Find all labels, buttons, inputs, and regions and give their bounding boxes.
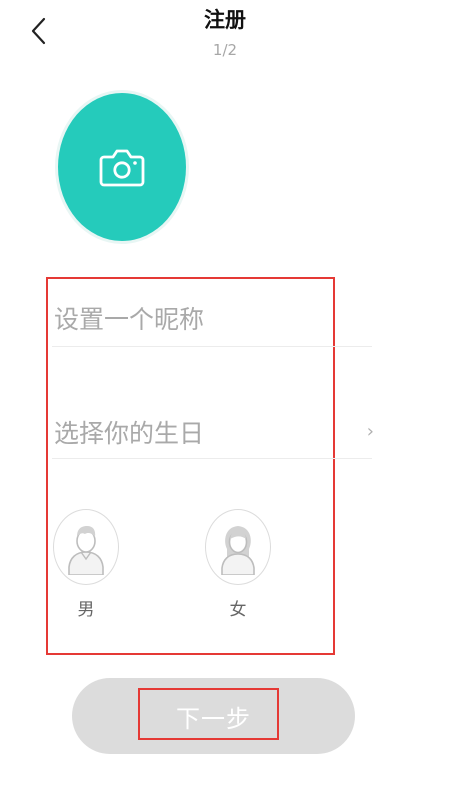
birthday-selector[interactable]: 选择你的生日 › bbox=[52, 405, 374, 459]
page-title: 注册 bbox=[204, 8, 246, 32]
next-button-label: 下一步 bbox=[176, 704, 251, 733]
avatar-upload-button[interactable] bbox=[58, 93, 186, 241]
gender-female-label: 女 bbox=[229, 600, 247, 620]
gender-male-option[interactable]: 男 bbox=[53, 509, 119, 621]
nickname-field[interactable] bbox=[52, 293, 372, 347]
camera-icon bbox=[99, 149, 145, 187]
next-button[interactable]: 下一步 bbox=[72, 678, 355, 754]
female-avatar-icon bbox=[221, 526, 255, 575]
gender-female-option[interactable]: 女 bbox=[205, 509, 271, 621]
step-indicator: 1/2 bbox=[212, 41, 238, 59]
male-avatar bbox=[53, 509, 119, 585]
male-avatar-icon bbox=[68, 526, 104, 575]
chevron-right-icon: › bbox=[366, 421, 374, 442]
birthday-label: 选择你的生日 bbox=[54, 418, 205, 448]
gender-male-label: 男 bbox=[77, 600, 95, 620]
nickname-input[interactable] bbox=[52, 305, 372, 334]
female-avatar bbox=[205, 509, 271, 585]
